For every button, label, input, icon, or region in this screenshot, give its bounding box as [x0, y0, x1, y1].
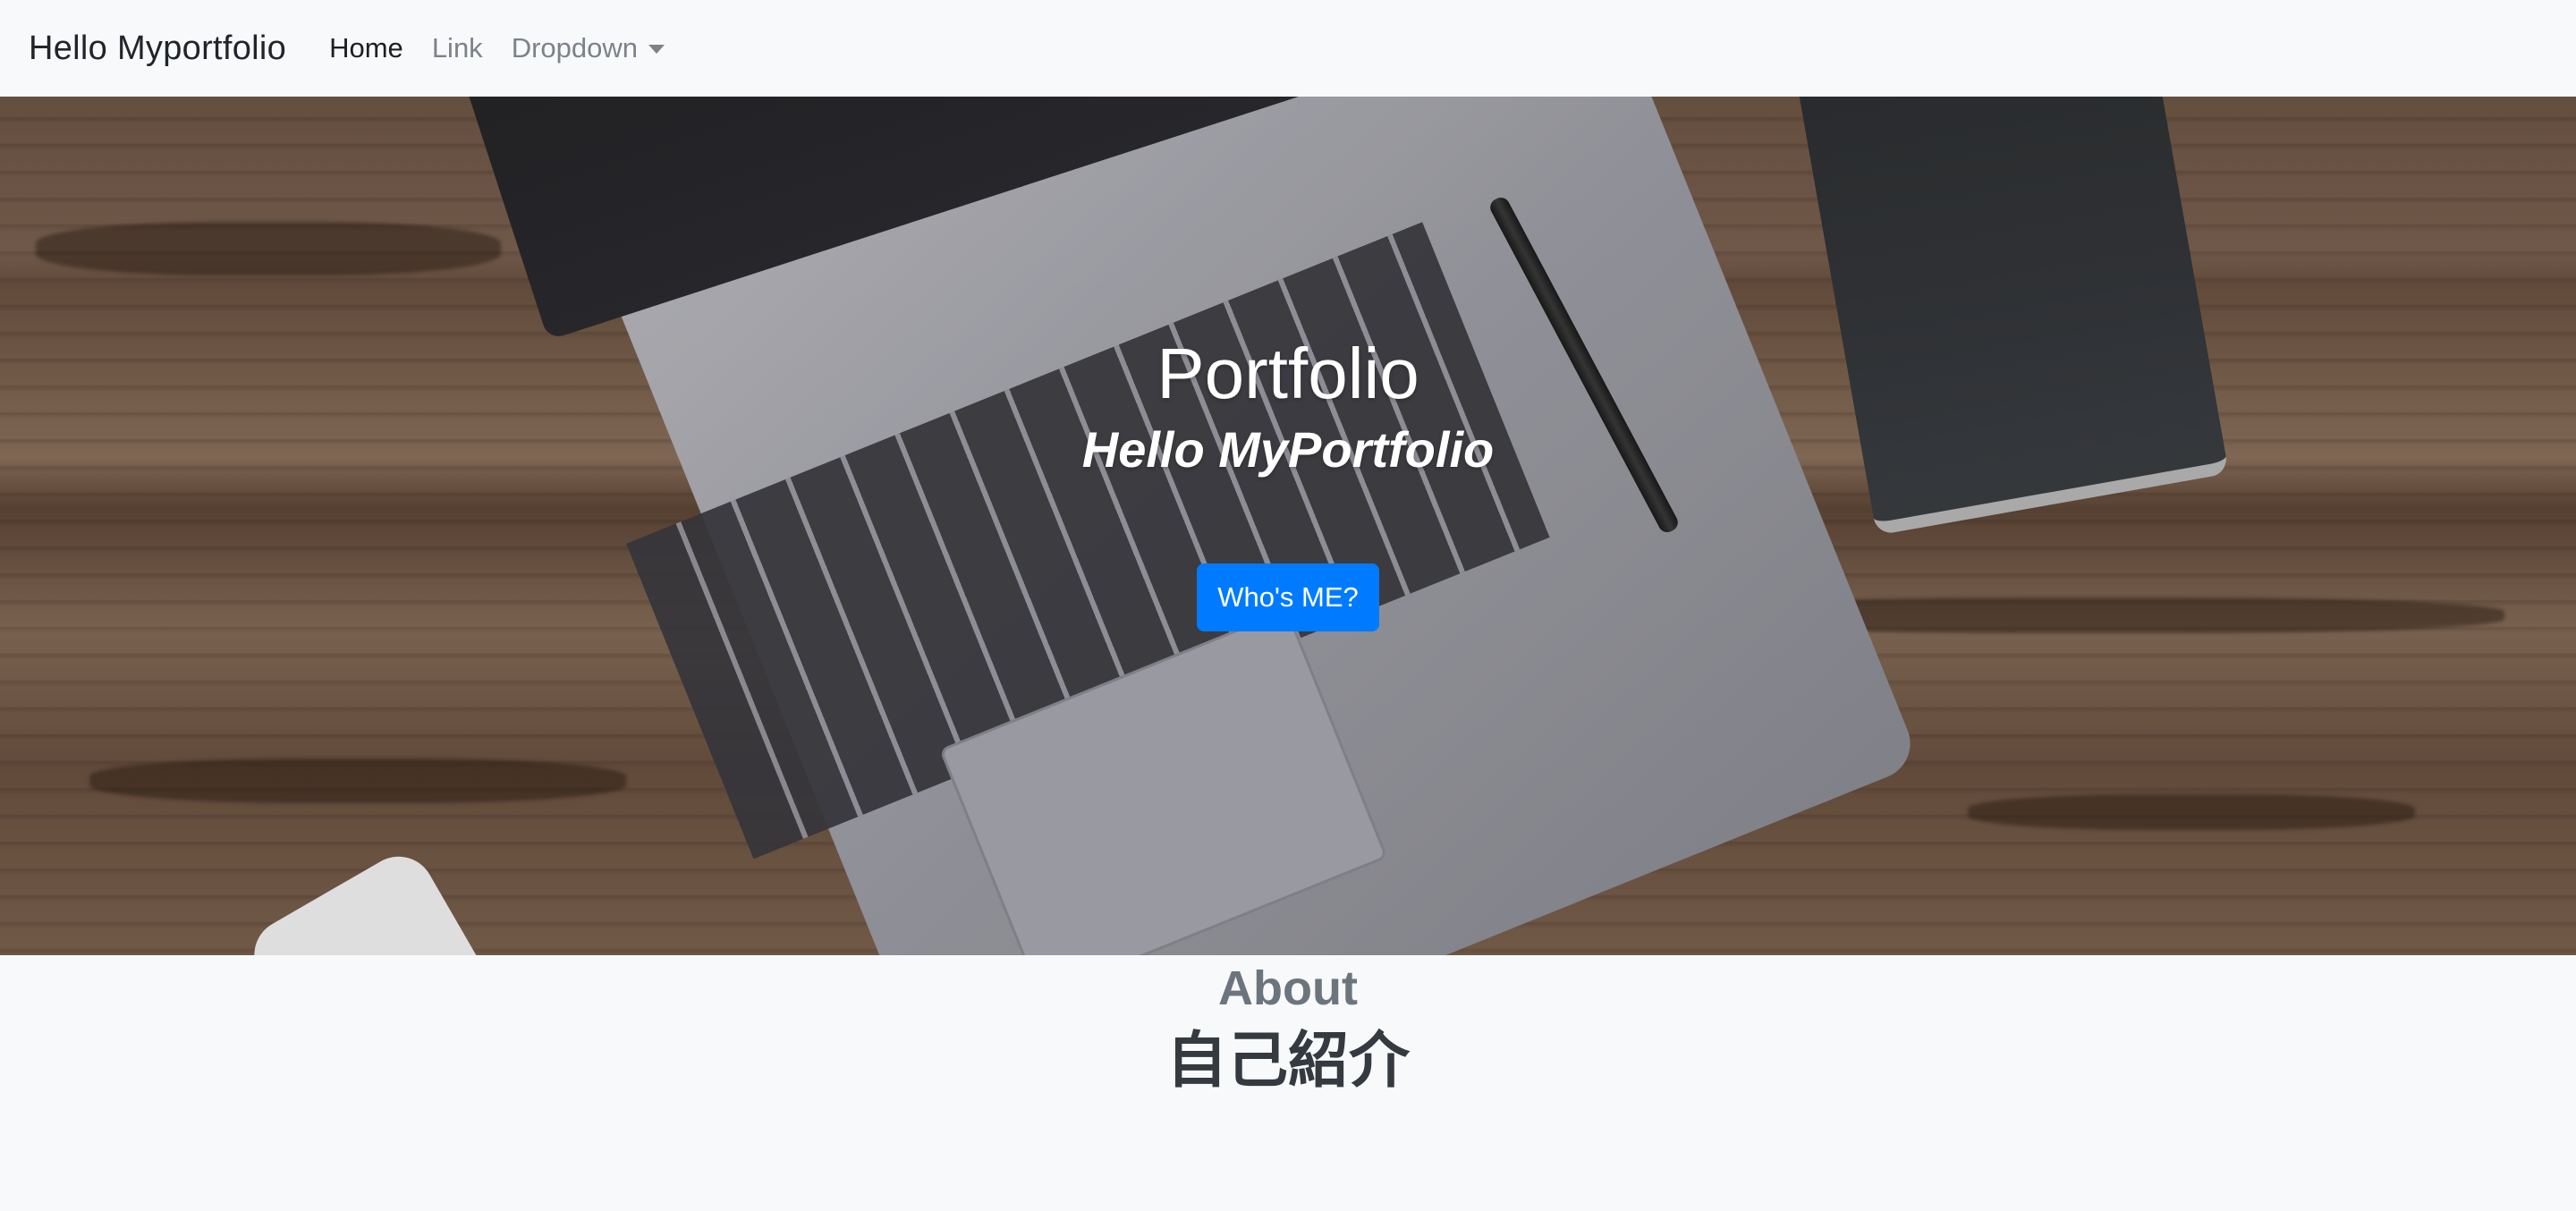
- hero-section: Portfolio Hello MyPortfolio Who's ME?: [0, 97, 2576, 955]
- caret-down-icon: [648, 45, 665, 54]
- hero-title: Portfolio: [1157, 334, 1419, 413]
- nav-dropdown-label: Dropdown: [511, 32, 638, 64]
- hero-content: Portfolio Hello MyPortfolio Who's ME?: [0, 97, 2576, 955]
- about-subtitle: 自己紹介: [1165, 1026, 1410, 1097]
- about-title: About: [1218, 961, 1358, 1015]
- nav-dropdown-toggle[interactable]: Dropdown: [512, 32, 665, 64]
- navbar-brand[interactable]: Hello Myportfolio: [29, 30, 286, 68]
- navbar: Hello Myportfolio Home Link Dropdown: [0, 0, 2576, 97]
- nav-link-home[interactable]: Home: [329, 32, 403, 64]
- nav-link-link[interactable]: Link: [432, 32, 483, 64]
- about-section: About 自己紹介: [0, 955, 2576, 1211]
- hero-subtitle: Hello MyPortfolio: [1081, 421, 1495, 478]
- whos-me-button[interactable]: Who's ME?: [1197, 563, 1379, 631]
